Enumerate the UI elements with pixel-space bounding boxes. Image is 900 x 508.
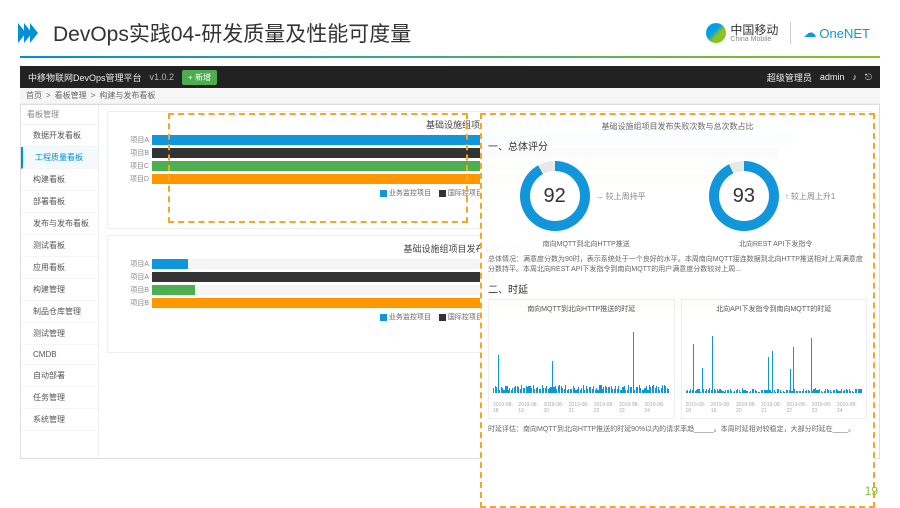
slide-title: DevOps实践04-研发质量及性能可度量 xyxy=(53,18,411,48)
score-row: 92 →较上周持平 93 ↑较上周上升1 xyxy=(488,161,867,231)
score2-label: 北向REST API下发指令 xyxy=(739,239,812,249)
cm-en: China Mobile xyxy=(730,36,778,43)
onenet-logo: ☁ OneNET xyxy=(803,25,870,41)
sidebar-item[interactable]: 构建管理 xyxy=(21,279,98,301)
slide-content: 中移物联网DevOps管理平台 v1.0.2 + 新增 超级管理员 admin … xyxy=(0,58,900,467)
ts-panel-2: 北向API下发指令到南向MQTT的时延 2019-08-182019-08-19… xyxy=(681,299,868,419)
sidebar-item[interactable]: CMDB xyxy=(21,345,98,365)
header-right: 中国移动 China Mobile ☁ OneNET xyxy=(706,22,870,44)
crumb-leaf: 构建与发布看板 xyxy=(99,90,155,101)
cm-glyph-icon xyxy=(706,23,726,43)
sidebar: 看板管理 数据开发看板工程质量看板构建看板部署看板发布与发布看板测试看板应用看板… xyxy=(21,105,99,458)
page-number: 19 xyxy=(865,484,878,498)
overlay-top-title: 基础设施组项目发布失败次数与总次数占比 xyxy=(488,121,867,132)
sidebar-item[interactable]: 测试管理 xyxy=(21,323,98,345)
new-button[interactable]: + 新增 xyxy=(182,70,217,85)
sidebar-item[interactable]: 应用看板 xyxy=(21,257,98,279)
app-topbar: 中移物联网DevOps管理平台 v1.0.2 + 新增 超级管理员 admin … xyxy=(20,66,880,88)
breadcrumb: 首页 > 看板管理 > 构建与发布看板 xyxy=(20,88,880,104)
sidebar-item[interactable]: 构建看板 xyxy=(21,169,98,191)
user-role: 超级管理员 xyxy=(767,71,812,84)
sidebar-item[interactable]: 工程质量看板 xyxy=(21,147,98,169)
ts1-title: 南向MQTT到北向HTTP推送的时延 xyxy=(493,304,670,314)
highlight-box-report: 基础设施组项目发布失败次数与总次数占比 一、总体评分 92 →较上周持平 93 … xyxy=(480,113,875,508)
score-donut-1: 92 xyxy=(520,161,590,231)
user-name[interactable]: admin xyxy=(820,72,845,82)
ts1-chart xyxy=(493,316,670,401)
logo-divider xyxy=(790,22,791,44)
crumb-home[interactable]: 首页 xyxy=(26,90,42,101)
app-name: 中移物联网DevOps管理平台 xyxy=(28,71,142,84)
sidebar-item[interactable]: 任务管理 xyxy=(21,387,98,409)
sidebar-item[interactable]: 制品仓库管理 xyxy=(21,301,98,323)
cm-cn: 中国移动 xyxy=(730,24,778,36)
onenet-text: OneNET xyxy=(819,26,870,41)
chevron-logo-icon xyxy=(20,23,38,43)
score1-note: →较上周持平 xyxy=(596,191,646,202)
crumb-mid[interactable]: 看板管理 xyxy=(55,90,87,101)
slide-header: DevOps实践04-研发质量及性能可度量 中国移动 China Mobile … xyxy=(0,0,900,56)
ts-panel-1: 南向MQTT到北向HTTP推送的时延 2019-08-182019-08-192… xyxy=(488,299,675,419)
latency-footer: 时延评估：南向MQTT到北向HTTP推送的时延90%以内的请求率趋_____。本… xyxy=(488,425,867,435)
ts1-axis: 2019-08-182019-08-192019-08-202019-08-21… xyxy=(493,402,670,414)
ts2-axis: 2019-08-182019-08-192019-08-202019-08-21… xyxy=(686,402,863,414)
sidebar-item[interactable]: 系统管理 xyxy=(21,409,98,431)
cloud-icon: ☁ xyxy=(803,25,816,41)
section-score-heading: 一、总体评分 xyxy=(488,138,867,153)
sidebar-item[interactable]: 数据开发看板 xyxy=(21,125,98,147)
arrow-flat-icon: → xyxy=(596,192,604,201)
sidebar-group: 看板管理 xyxy=(21,105,98,125)
sidebar-item[interactable]: 自动部署 xyxy=(21,365,98,387)
bell-icon[interactable]: ♪ xyxy=(852,72,857,82)
ts2-chart xyxy=(686,316,863,401)
score-donut-2: 93 xyxy=(709,161,779,231)
ts2-title: 北向API下发指令到南向MQTT的时延 xyxy=(686,304,863,314)
logout-icon[interactable]: ⎋ xyxy=(865,72,872,83)
china-mobile-logo: 中国移动 China Mobile xyxy=(706,23,778,43)
header-left: DevOps实践04-研发质量及性能可度量 xyxy=(20,18,411,48)
section-latency-heading: 二、时延 xyxy=(488,281,867,296)
summary-text: 总体情况：满意度分数为90时，表示系统处于一个良好的水平。本周南向MQTT接连数… xyxy=(488,255,867,275)
timeseries-row: 南向MQTT到北向HTTP推送的时延 2019-08-182019-08-192… xyxy=(488,299,867,419)
sidebar-item[interactable]: 部署看板 xyxy=(21,191,98,213)
score1-label: 南向MQTT到北向HTTP推送 xyxy=(543,239,630,249)
app-version: v1.0.2 xyxy=(150,72,175,82)
sidebar-item[interactable]: 发布与发布看板 xyxy=(21,213,98,235)
sidebar-item[interactable]: 测试看板 xyxy=(21,235,98,257)
score2-note: ↑较上周上升1 xyxy=(785,191,835,202)
arrow-up-icon: ↑ xyxy=(785,192,789,201)
